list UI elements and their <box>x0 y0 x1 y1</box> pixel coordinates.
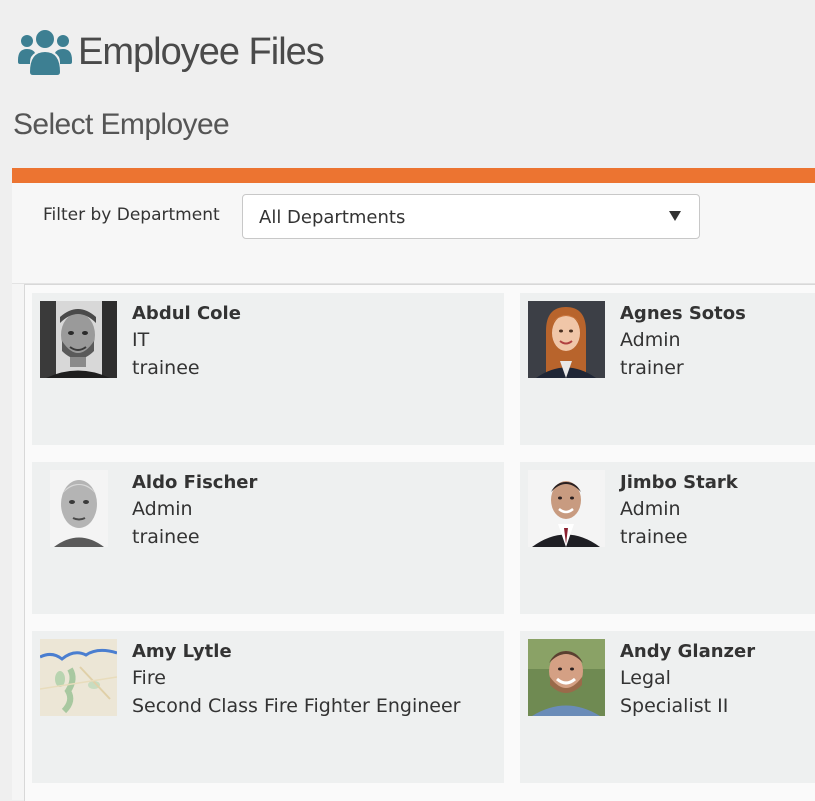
employee-card[interactable]: Abdul Cole IT trainee <box>32 293 504 445</box>
employee-name: Abdul Cole <box>132 303 241 324</box>
page-header: Employee Files <box>18 22 325 82</box>
employee-grid: Abdul Cole IT trainee Agnes Sotos Admin … <box>24 284 815 801</box>
employee-department: Admin <box>620 329 681 351</box>
employee-department: Admin <box>620 498 681 520</box>
man-grayscale-portrait <box>40 301 117 378</box>
employee-role: trainee <box>132 526 200 548</box>
employee-name: Aldo Fischer <box>132 472 258 493</box>
map-thumbnail <box>40 639 117 716</box>
employee-name: Amy Lytle <box>132 641 232 662</box>
employee-role: trainee <box>620 526 688 548</box>
employee-name: Jimbo Stark <box>620 472 738 493</box>
employee-department: Legal <box>620 667 671 689</box>
employee-card[interactable]: Agnes Sotos Admin trainer <box>520 293 815 445</box>
employee-role: trainee <box>132 357 200 379</box>
caret-down-icon <box>669 211 681 221</box>
man-outdoor-portrait <box>528 639 605 716</box>
employee-name: Agnes Sotos <box>620 303 746 324</box>
employee-department: Fire <box>132 667 166 689</box>
page-title: Employee Files <box>78 30 325 73</box>
users-group-icon <box>18 24 74 80</box>
section-title: Select Employee <box>13 108 230 141</box>
employee-panel: Filter by Department All Departments Abd… <box>12 168 815 801</box>
accent-bar <box>12 168 815 183</box>
older-man-grayscale-portrait <box>40 470 117 547</box>
filter-row: Filter by Department All Departments <box>12 183 815 284</box>
department-filter-select[interactable]: All Departments <box>242 194 700 239</box>
employee-role: Second Class Fire Fighter Engineer <box>132 695 461 717</box>
department-filter-value: All Departments <box>259 207 406 228</box>
employee-name: Andy Glanzer <box>620 641 756 662</box>
woman-red-hair-portrait <box>528 301 605 378</box>
man-suit-portrait <box>528 470 605 547</box>
employee-department: IT <box>132 329 150 351</box>
employee-card[interactable]: Amy Lytle Fire Second Class Fire Fighter… <box>32 631 504 783</box>
employee-card[interactable]: Aldo Fischer Admin trainee <box>32 462 504 614</box>
employee-role: Specialist II <box>620 695 729 717</box>
employee-role: trainer <box>620 357 684 379</box>
employee-department: Admin <box>132 498 193 520</box>
filter-label: Filter by Department <box>43 205 220 225</box>
employee-card[interactable]: Andy Glanzer Legal Specialist II <box>520 631 815 783</box>
employee-card[interactable]: Jimbo Stark Admin trainee <box>520 462 815 614</box>
